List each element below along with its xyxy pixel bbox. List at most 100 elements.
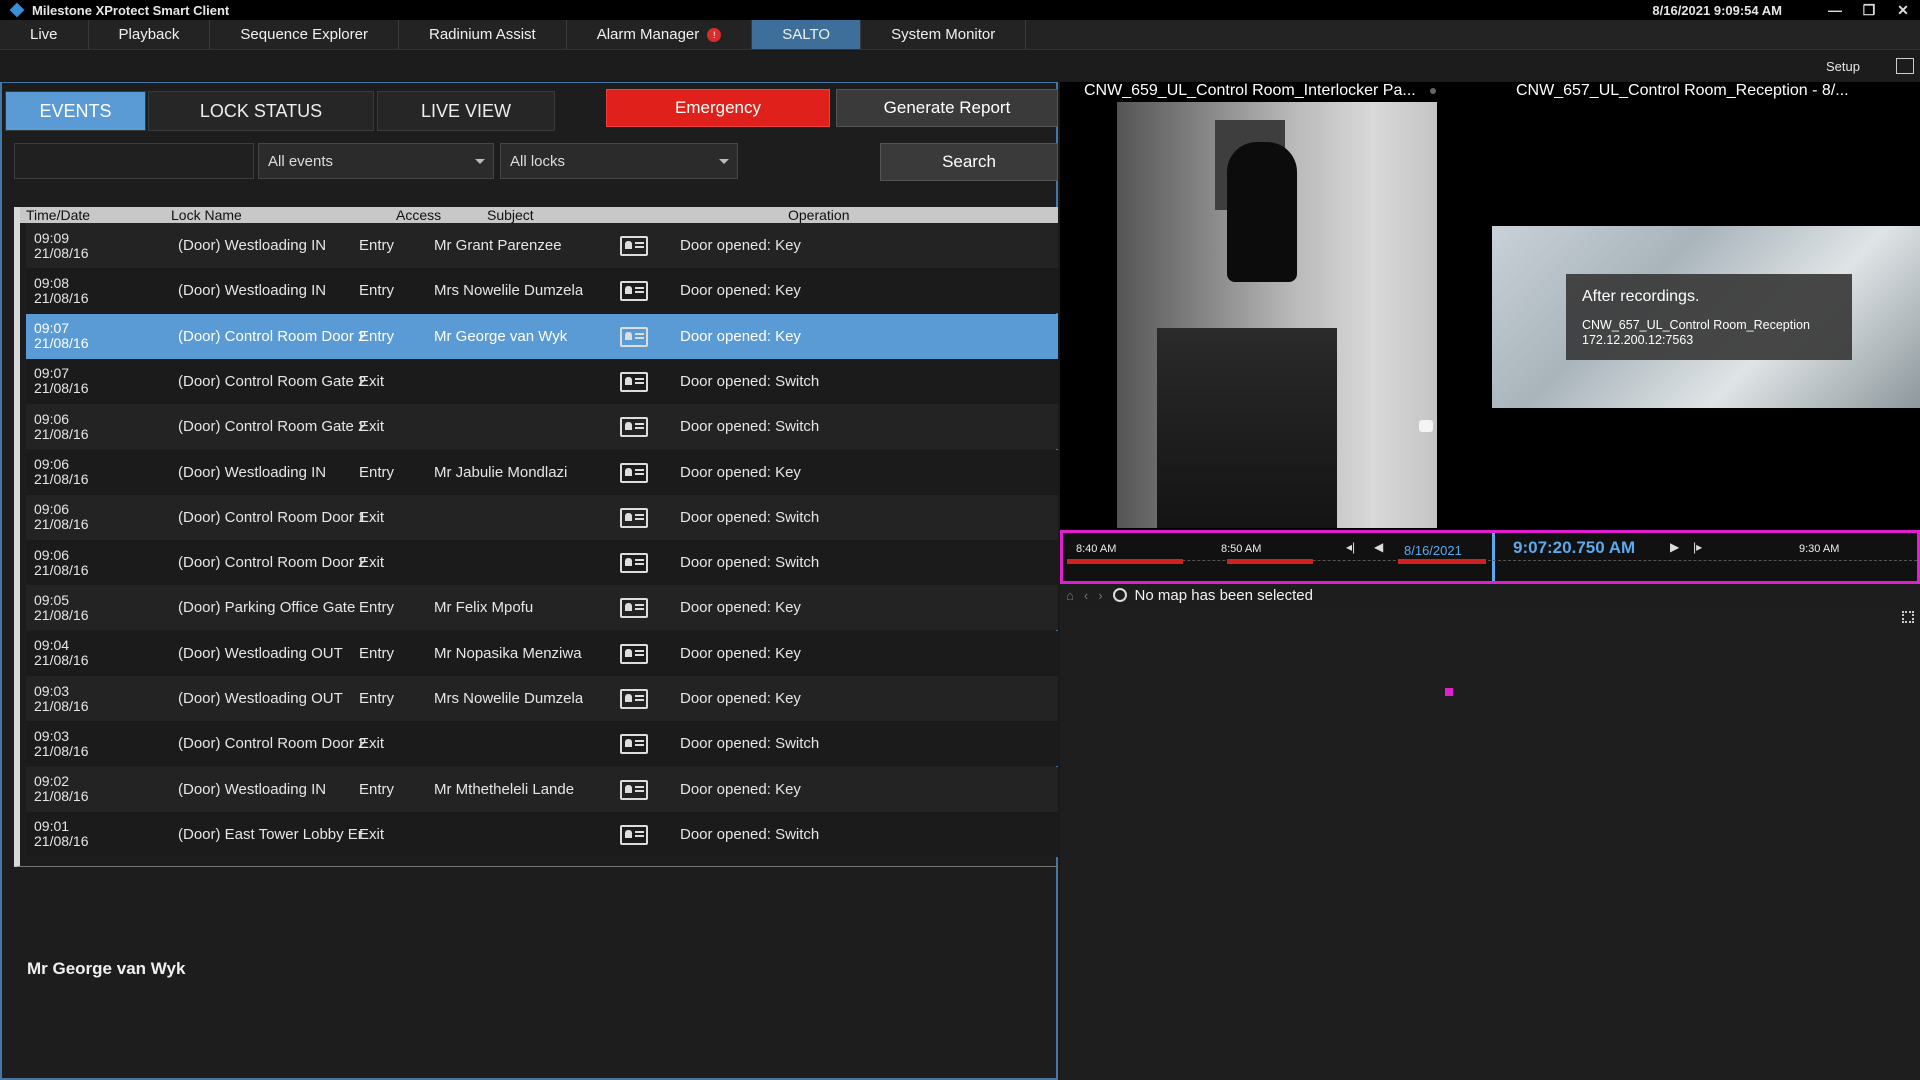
restore-button[interactable]: ❐: [1852, 2, 1886, 19]
card-icon[interactable]: [620, 689, 648, 709]
recording-segment: [1398, 559, 1486, 564]
minimize-button[interactable]: —: [1818, 2, 1852, 18]
card-icon[interactable]: [620, 326, 648, 347]
map-area[interactable]: [1060, 606, 1920, 1080]
event-time-date: 09:03 21/08/16: [34, 729, 89, 759]
card-icon[interactable]: [620, 553, 648, 574]
timeline-label: 8:40 AM: [1076, 543, 1117, 555]
events-select[interactable]: All events: [258, 143, 494, 179]
col-subject[interactable]: Subject: [487, 207, 534, 223]
table-row[interactable]: 09:06 21/08/16 (Door) Control Room Door 1E…: [26, 494, 1058, 540]
tab-live-view[interactable]: LIVE VIEW: [377, 91, 555, 131]
menu-playback[interactable]: Playback: [89, 20, 211, 49]
event-lock-name: (Door) East Tower Lobby Er: [178, 825, 363, 843]
event-subject: Mrs Nowelile Dumzela: [434, 690, 584, 707]
recording-segment: [1227, 559, 1313, 564]
event-lock-name: (Door) Control Room Gate 2: [178, 372, 367, 390]
locks-select[interactable]: All locks: [500, 143, 738, 179]
table-row[interactable]: 09:07 21/08/16 (Door) Control Room Gate 2E…: [26, 358, 1058, 404]
card-icon[interactable]: [620, 371, 648, 392]
card-icon[interactable]: [620, 281, 648, 302]
card-icon[interactable]: [620, 236, 648, 256]
table-row[interactable]: 09:06 21/08/16 (Door) Control Room Gate 2E…: [26, 404, 1058, 450]
menu-radinium-assist[interactable]: Radinium Assist: [399, 20, 567, 49]
card-icon[interactable]: [620, 507, 648, 528]
alarm-badge-icon: !: [707, 27, 722, 42]
forward-icon[interactable]: ›: [1098, 588, 1102, 603]
event-access: Exit: [359, 418, 385, 436]
table-row[interactable]: 09:09 21/08/16 (Door) Westloading IN Entry M…: [26, 223, 1058, 268]
event-date: 21/08/16: [34, 380, 89, 397]
search-button[interactable]: Search: [880, 143, 1058, 181]
event-access: Entry: [359, 463, 395, 481]
event-time: 09:01: [34, 819, 70, 835]
globe-icon[interactable]: [1112, 588, 1127, 602]
step-back-icon[interactable]: ◀: [1374, 540, 1383, 554]
event-time: 09:06: [34, 411, 70, 427]
locks-select-value: All locks: [510, 152, 566, 170]
home-icon[interactable]: ⌂: [1066, 588, 1074, 603]
col-lock-name[interactable]: Lock Name: [171, 207, 242, 223]
grid-icon[interactable]: [1902, 611, 1914, 623]
event-lock-name: (Door) Westloading OUT: [178, 644, 343, 662]
table-row[interactable]: 09:03 21/08/16 (Door) Control Room Door 2E…: [26, 721, 1058, 767]
camera-2-video[interactable]: After recordings. CNW_657_UL_Control Roo…: [1492, 226, 1920, 408]
menu-salto[interactable]: SALTO: [752, 20, 862, 49]
playback-timeline[interactable]: 8:40 AM 8:50 AM ◂| ◀ 8/16/2021 9:07:20.7…: [1060, 530, 1920, 584]
event-lock-name: (Door) Westloading IN: [178, 463, 327, 481]
table-row[interactable]: 09:08 21/08/16 (Door) Westloading IN Entry M…: [26, 268, 1058, 314]
table-row[interactable]: 09:02 21/08/16 (Door) Westloading IN Entry M…: [26, 766, 1058, 812]
table-row[interactable]: 09:07 21/08/16 (Door) Control Room Door 2E…: [26, 313, 1058, 359]
back-icon[interactable]: ‹: [1084, 588, 1088, 603]
generate-report-button[interactable]: Generate Report: [836, 89, 1058, 127]
table-row[interactable]: 09:01 21/08/16 (Door) East Tower Lobby Er E…: [26, 811, 1058, 857]
event-time-date: 09:09 21/08/16: [34, 231, 89, 261]
event-operation: Door opened: Key: [680, 780, 801, 798]
chevron-down-icon: [719, 159, 729, 164]
menu-alarm-manager[interactable]: Alarm Manager !: [567, 20, 753, 49]
event-access: Exit: [359, 508, 385, 526]
menu-sequence-explorer[interactable]: Sequence Explorer: [210, 20, 399, 49]
event-date: 21/08/16: [34, 244, 89, 261]
card-icon[interactable]: [620, 779, 648, 800]
menu-system-monitor[interactable]: System Monitor: [861, 20, 1027, 49]
skip-back-icon[interactable]: ◂|: [1346, 540, 1355, 554]
event-time: 09:07: [34, 366, 70, 382]
filter-input[interactable]: [14, 143, 254, 179]
camera-2-title[interactable]: CNW_657_UL_Control Room_Reception - 8/..…: [1516, 82, 1849, 100]
card-icon[interactable]: [620, 598, 648, 619]
camera-1-title[interactable]: CNW_659_UL_Control Room_Interlocker Pa..…: [1084, 82, 1436, 100]
card-icon[interactable]: [620, 824, 648, 845]
event-subject: Mr Mthetheleli Lande: [434, 780, 575, 798]
event-access: Entry: [359, 282, 395, 300]
chevron-down-icon: [475, 159, 485, 164]
card-icon[interactable]: [620, 462, 648, 483]
col-operation[interactable]: Operation: [788, 207, 849, 223]
table-row[interactable]: 09:03 21/08/16 (Door) Westloading OUT Entry…: [26, 676, 1058, 721]
card-icon[interactable]: [620, 734, 648, 755]
setup-button[interactable]: Setup: [1826, 59, 1860, 74]
col-time-date[interactable]: Time/Date: [26, 207, 90, 223]
map-marker: [1445, 688, 1453, 696]
table-row[interactable]: 09:06 21/08/16 (Door) Westloading IN Entry M…: [26, 449, 1058, 495]
col-access[interactable]: Access: [396, 207, 441, 223]
table-row[interactable]: 09:05 21/08/16 (Door) Parking Office Gate E…: [26, 585, 1058, 631]
timeline-cursor[interactable]: [1492, 533, 1495, 581]
selected-subject-name: Mr George van Wyk: [27, 959, 186, 978]
table-row[interactable]: 09:04 21/08/16 (Door) Westloading OUT Entry…: [26, 630, 1058, 676]
close-button[interactable]: ✕: [1886, 2, 1920, 19]
skip-forward-icon[interactable]: |▸: [1693, 540, 1702, 554]
video-lamp: [1419, 420, 1433, 432]
camera-1-video[interactable]: [1117, 102, 1437, 528]
window-icon[interactable]: [1896, 58, 1914, 74]
play-forward-icon[interactable]: ▶: [1670, 540, 1679, 554]
menu-live[interactable]: Live: [0, 20, 89, 49]
table-row[interactable]: 09:06 21/08/16 (Door) Control Room Door 2E…: [26, 540, 1058, 586]
main-menu: Live Playback Sequence Explorer Radinium…: [0, 20, 1920, 50]
tab-lock-status[interactable]: LOCK STATUS: [148, 91, 374, 131]
card-icon[interactable]: [620, 417, 648, 438]
tab-events[interactable]: EVENTS: [5, 91, 146, 131]
event-time: 09:03: [34, 683, 70, 699]
emergency-button[interactable]: Emergency: [606, 89, 830, 127]
card-icon[interactable]: [620, 643, 648, 664]
